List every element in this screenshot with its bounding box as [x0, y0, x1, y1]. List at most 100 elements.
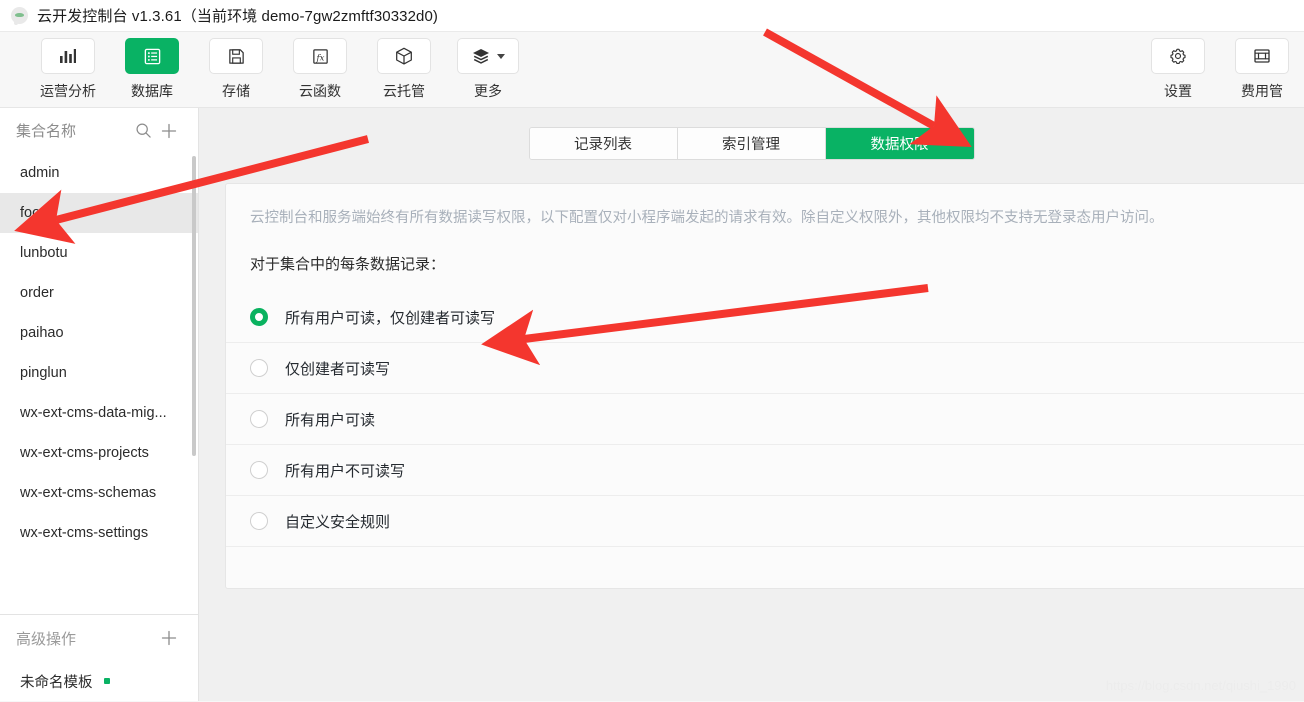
toolbar-label-cloud-hosting: 云托管 [383, 83, 425, 99]
permission-panel: 云控制台和服务端始终有所有数据读写权限，以下配置仅对小程序端发起的请求有效。除自… [225, 183, 1304, 589]
collection-label: wx-ext-cms-data-mig... [20, 405, 167, 421]
layers-icon [473, 49, 489, 64]
permission-option-all-read[interactable]: 所有用户可读 适用场 [226, 394, 1304, 446]
plus-icon[interactable] [156, 625, 182, 651]
layers-icon-box[interactable] [457, 38, 519, 74]
chevron-down-icon [497, 53, 505, 59]
collection-item-admin[interactable]: admin [0, 153, 198, 193]
toolbar-item-cloud-function[interactable]: fx 云函数 [278, 38, 362, 101]
floppy-disk-icon [228, 48, 244, 64]
collection-item-settings[interactable]: wx-ext-cms-settings [0, 513, 198, 553]
sidebar-title: 集合名称 [16, 123, 77, 140]
wechat-logo-icon [11, 7, 28, 25]
toolbar-label-billing: 费用管 [1241, 83, 1283, 99]
watermark-text: https://blog.csdn.net/qiushi_1990 [1105, 678, 1296, 693]
tab-group: 记录列表 索引管理 数据权限 [528, 127, 975, 160]
collection-label: order [20, 285, 54, 301]
permission-option-label: 所有用户可读 [285, 411, 376, 429]
fx-function-icon: fx [312, 48, 328, 64]
sidebar-scrollbar[interactable] [192, 156, 196, 456]
bar-chart-icon [60, 49, 76, 63]
database-icon [144, 48, 160, 64]
permission-option-label: 仅创建者可读写 [285, 360, 391, 378]
plus-icon[interactable] [156, 118, 182, 144]
collections-list[interactable]: admin food lunbotu order paihao pinglun [0, 153, 198, 614]
collection-item-pinglun[interactable]: pinglun [0, 353, 198, 393]
collection-item-lunbotu[interactable]: lunbotu [0, 233, 198, 273]
permission-option-none[interactable]: 所有用户不可读写 适用场景： [226, 445, 1304, 497]
cube-icon [396, 47, 412, 65]
radio-button[interactable] [250, 512, 268, 531]
toolbar-label-more: 更多 [474, 83, 502, 99]
main-content: 记录列表 索引管理 数据权限 云控制台和服务端始终有所有数据读写权限，以下配置仅… [199, 108, 1304, 701]
sidebar-advanced-section: 高级操作 未命名模板 [0, 614, 198, 701]
tab-data-permission[interactable]: 数据权限 [825, 128, 974, 159]
toolbar-item-settings[interactable]: 设置 [1136, 38, 1220, 101]
advanced-header: 高级操作 [0, 615, 198, 661]
svg-text:fx: fx [315, 53, 324, 63]
collection-item-paihao[interactable]: paihao [0, 313, 198, 353]
collection-item-projects[interactable]: wx-ext-cms-projects [0, 433, 198, 473]
permission-option-label: 所有用户不可读写 [285, 462, 406, 480]
tabs-row: 记录列表 索引管理 数据权限 [199, 108, 1304, 160]
bar-chart-icon-box[interactable] [41, 38, 95, 74]
permission-option-creator-only[interactable]: 仅创建者可读写 适用场景：用户个人设置、 [226, 343, 1304, 395]
collection-item-data-mig[interactable]: wx-ext-cms-data-mig... [0, 393, 198, 433]
toolbar-label-database: 数据库 [131, 83, 173, 99]
permission-option-all-read-creator-write[interactable]: 所有用户可读，仅创建者可读写 用户评论、 [226, 292, 1304, 344]
toolbar-item-storage[interactable]: 存储 [194, 38, 278, 101]
wallet-icon-box[interactable] [1235, 38, 1289, 74]
tab-index-management[interactable]: 索引管理 [677, 128, 826, 159]
permission-option-desc: 适用场景：用户个人设置、 [1268, 358, 1304, 379]
floppy-disk-icon-box[interactable] [209, 38, 263, 74]
collection-item-order[interactable]: order [0, 273, 198, 313]
permission-option-custom-rule[interactable]: 自定义安全规则 [226, 496, 1304, 548]
fx-function-icon-box[interactable]: fx [293, 38, 347, 74]
sidebar-header: 集合名称 [0, 108, 198, 153]
collection-label: paihao [20, 325, 64, 341]
toolbar-left-group: 运营分析 数据库 存储 fx 云函数 云托管 更多 [0, 38, 530, 101]
collection-label: food [20, 205, 49, 221]
database-icon-box[interactable] [125, 38, 179, 74]
status-dot-icon [103, 678, 110, 684]
gear-icon [1170, 48, 1186, 65]
toolbar-item-more[interactable]: 更多 [446, 38, 530, 101]
toolbar-label-cloud-function: 云函数 [299, 83, 341, 99]
cube-icon-box[interactable] [377, 38, 431, 74]
collection-label: admin [20, 165, 60, 181]
radio-button[interactable] [250, 308, 268, 327]
advanced-title: 高级操作 [16, 630, 77, 648]
window-title: 云开发控制台 v1.3.61（当前环境 demo-7gw2zmftf30332d… [37, 8, 439, 25]
radio-button[interactable] [250, 461, 268, 480]
radio-button[interactable] [250, 359, 268, 378]
advanced-item-label: 未命名模板 [20, 674, 93, 691]
permission-note: 云控制台和服务端始终有所有数据读写权限，以下配置仅对小程序端发起的请求有效。除自… [250, 210, 1164, 226]
toolbar-label-settings: 设置 [1164, 83, 1192, 99]
collection-label: wx-ext-cms-schemas [20, 485, 157, 501]
window-titlebar: 云开发控制台 v1.3.61（当前环境 demo-7gw2zmftf30332d… [0, 0, 1304, 32]
advanced-item-untitled-template[interactable]: 未命名模板 [0, 661, 198, 701]
collection-label: lunbotu [20, 245, 68, 261]
tab-record-list[interactable]: 记录列表 [529, 128, 678, 159]
collection-item-food[interactable]: food [0, 193, 198, 233]
collection-label: wx-ext-cms-projects [20, 445, 149, 461]
permission-subtitle: 对于集合中的每条数据记录： [250, 256, 446, 274]
permission-option-label: 所有用户可读，仅创建者可读写 [285, 309, 496, 327]
radio-button[interactable] [250, 410, 268, 429]
wallet-icon [1254, 49, 1270, 63]
toolbar-item-operation-analysis[interactable]: 运营分析 [26, 38, 110, 101]
toolbar-label-operation-analysis: 运营分析 [40, 83, 96, 99]
toolbar-item-billing[interactable]: 费用管 [1220, 38, 1304, 101]
collection-label: pinglun [20, 365, 67, 381]
toolbar-item-database[interactable]: 数据库 [110, 38, 194, 101]
search-icon[interactable] [130, 118, 156, 144]
toolbar-item-cloud-hosting[interactable]: 云托管 [362, 38, 446, 101]
permission-option-label: 自定义安全规则 [285, 513, 391, 531]
app-window: 云开发控制台 v1.3.61（当前环境 demo-7gw2zmftf30332d… [0, 0, 1304, 702]
toolbar-label-storage: 存储 [222, 83, 250, 99]
collection-label: wx-ext-cms-settings [20, 525, 149, 541]
gear-icon-box[interactable] [1151, 38, 1205, 74]
toolbar-right-group: 设置 费用管 [1136, 38, 1304, 101]
collections-sidebar: 集合名称 admin food lunbotu order paihao pin… [0, 108, 199, 701]
collection-item-schemas[interactable]: wx-ext-cms-schemas [0, 473, 198, 513]
